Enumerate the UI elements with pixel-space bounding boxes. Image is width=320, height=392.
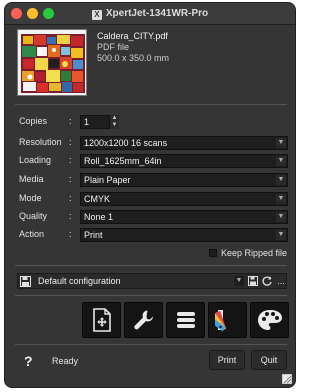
file-type: PDF file: [97, 42, 130, 52]
app-logo-icon: X: [91, 10, 102, 20]
divider: [15, 265, 287, 266]
divider: [15, 295, 287, 296]
wrench-icon: [133, 310, 153, 330]
loading-value: Roll_1625mm_64in: [84, 156, 162, 166]
queue-list-button[interactable]: [166, 302, 205, 338]
more-options-button[interactable]: ...: [275, 275, 287, 287]
status-text: Ready: [52, 356, 79, 366]
settings-tool-button[interactable]: [124, 302, 163, 338]
chevron-down-icon: ▼: [276, 156, 286, 166]
keep-ripped-checkbox[interactable]: [209, 249, 217, 257]
media-row: Media : Plain Paper ▼: [17, 173, 288, 187]
divider: [15, 344, 287, 345]
chevron-down-icon: ▼: [276, 175, 286, 185]
colon: :: [69, 193, 72, 203]
quality-value: None 1: [84, 212, 114, 222]
chevron-down-icon: ▼: [276, 138, 286, 148]
mode-value: CMYK: [84, 194, 111, 204]
file-thumbnail: [17, 29, 87, 96]
palette-button[interactable]: [250, 302, 289, 338]
list-icon: [176, 312, 195, 328]
loading-row: Loading : Roll_1625mm_64in ▼: [17, 154, 288, 168]
resolution-label: Resolution: [19, 137, 62, 147]
action-row: Action : Print ▼: [17, 228, 288, 242]
mode-label: Mode: [19, 193, 42, 203]
colon: :: [69, 211, 72, 221]
color-swatch-icon: [214, 310, 226, 332]
colon: :: [69, 174, 72, 184]
loading-select[interactable]: Roll_1625mm_64in ▼: [80, 154, 288, 168]
colon: :: [69, 116, 72, 126]
keep-ripped-option[interactable]: Keep Ripped file: [209, 248, 287, 258]
divider: [15, 104, 287, 105]
quality-label: Quality: [19, 211, 48, 221]
copies-row: Copies : 1 ▲ ▼: [17, 115, 287, 129]
window-title: XpertJet-1341WR-Pro: [105, 8, 209, 19]
chevron-down-icon[interactable]: ▼: [234, 276, 244, 286]
chevron-down-icon: ▼: [276, 194, 286, 204]
colon: :: [69, 137, 72, 147]
file-name: Caldera_CITY.pdf: [97, 31, 168, 41]
increment-icon[interactable]: ▲: [110, 115, 119, 122]
resolution-row: Resolution : 1200x1200 16 scans ▼: [17, 136, 288, 150]
file-header: Caldera_CITY.pdf PDF file 500.0 x 350.0 …: [17, 27, 285, 99]
decrement-icon[interactable]: ▼: [110, 122, 119, 129]
tool-buttons: [82, 302, 289, 338]
add-page-icon: [92, 308, 111, 332]
mode-select[interactable]: CMYK ▼: [80, 192, 288, 206]
media-select[interactable]: Plain Paper ▼: [80, 173, 288, 187]
color-swatch-button[interactable]: [208, 302, 247, 338]
quality-row: Quality : None 1 ▼: [17, 210, 288, 224]
save-config-icon[interactable]: [20, 276, 31, 287]
configuration-bar: Default configuration ▼ ...: [17, 273, 287, 289]
action-select[interactable]: Print ▼: [80, 228, 288, 242]
resize-grip-icon[interactable]: [282, 374, 292, 384]
file-dimensions: 500.0 x 350.0 mm: [97, 53, 170, 63]
keep-ripped-label: Keep Ripped file: [221, 248, 288, 258]
configuration-select[interactable]: Default configuration: [38, 275, 243, 287]
chevron-down-icon: ▼: [276, 230, 286, 240]
action-label: Action: [19, 229, 45, 239]
chevron-down-icon: ▼: [276, 212, 286, 222]
copies-input[interactable]: 1: [80, 115, 110, 129]
help-button[interactable]: ?: [24, 353, 33, 369]
loading-label: Loading: [19, 155, 52, 165]
resolution-select[interactable]: 1200x1200 16 scans ▼: [80, 136, 288, 150]
palette-icon: [257, 310, 282, 330]
copies-label: Copies: [19, 116, 48, 126]
colon: :: [69, 229, 72, 239]
colon: :: [69, 155, 72, 165]
resolution-value: 1200x1200 16 scans: [84, 138, 168, 148]
refresh-icon[interactable]: [261, 275, 273, 287]
add-page-button[interactable]: [82, 302, 121, 338]
app-window: X XpertJet-1341WR-Pro Caldera_CITY.pdf P…: [4, 2, 296, 388]
quality-select[interactable]: None 1 ▼: [80, 210, 288, 224]
quit-button[interactable]: Quit: [251, 350, 287, 370]
media-value: Plain Paper: [84, 175, 131, 185]
window-title-container: X XpertJet-1341WR-Pro: [5, 3, 295, 25]
media-label: Media: [19, 174, 44, 184]
print-button[interactable]: Print: [209, 350, 245, 370]
copies-stepper[interactable]: ▲ ▼: [110, 115, 119, 129]
title-bar: X XpertJet-1341WR-Pro: [5, 3, 295, 25]
mode-row: Mode : CMYK ▼: [17, 192, 288, 206]
action-value: Print: [84, 230, 103, 240]
save-icon[interactable]: [247, 275, 259, 287]
